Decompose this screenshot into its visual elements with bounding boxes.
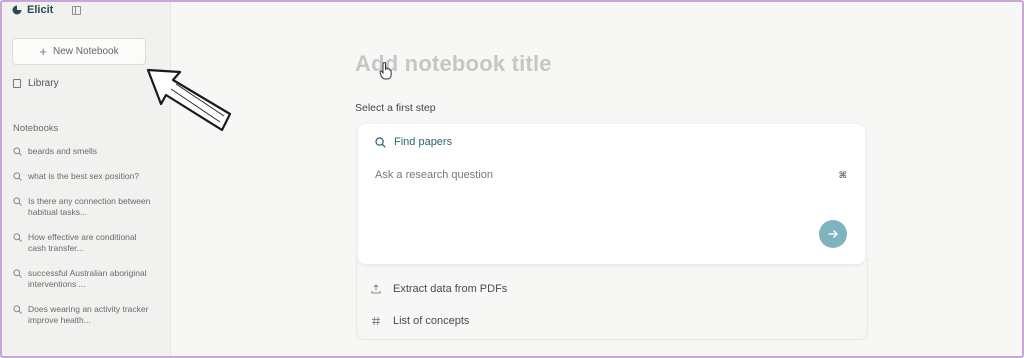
notebook-title: Is there any connection between habitual… xyxy=(28,196,151,217)
notebook-item[interactable]: what is the best sex position? xyxy=(13,171,163,182)
upload-icon xyxy=(371,284,381,294)
brand-name: Elicit xyxy=(27,4,54,16)
extract-data-label: Extract data from PDFs xyxy=(393,283,508,295)
list-concepts-label: List of concepts xyxy=(393,315,470,327)
search-icon xyxy=(13,305,22,314)
notebook-item[interactable]: Does wearing an activity tracker improve… xyxy=(13,304,163,326)
notebook-item[interactable]: successful Australian aboriginal interve… xyxy=(13,268,163,290)
book-icon xyxy=(13,79,21,88)
arrow-right-icon xyxy=(828,230,838,238)
extract-data-option[interactable]: Extract data from PDFs xyxy=(371,283,507,295)
brand[interactable]: Elicit xyxy=(12,4,53,16)
elicit-logo-icon xyxy=(12,5,22,15)
sidebar-item-library[interactable]: Library xyxy=(13,78,59,89)
notebook-item[interactable]: beards and smells xyxy=(13,146,163,157)
library-label: Library xyxy=(28,78,59,89)
notebook-list: beards and smells what is the best sex p… xyxy=(13,146,163,340)
plus-icon: + xyxy=(39,44,47,59)
notebooks-heading: Notebooks xyxy=(13,123,59,134)
step-label: Select a first step xyxy=(355,102,436,114)
hand-cursor-icon xyxy=(379,62,392,80)
submit-button[interactable] xyxy=(819,220,847,248)
notebook-item[interactable]: Is there any connection between habitual… xyxy=(13,196,163,218)
search-icon xyxy=(13,147,22,156)
sidebar: Elicit + New Notebook Library Notebooks … xyxy=(0,0,171,358)
search-icon xyxy=(375,136,386,148)
notebook-item[interactable]: How effective are conditional cash trans… xyxy=(13,232,163,254)
list-concepts-option[interactable]: List of concepts xyxy=(371,315,469,327)
find-papers-label: Find papers xyxy=(394,136,453,148)
research-question-input[interactable] xyxy=(375,169,815,181)
notebook-title: Does wearing an activity tracker improve… xyxy=(28,304,149,325)
search-icon xyxy=(13,172,22,181)
notebook-title: beards and smells xyxy=(28,146,97,156)
notebook-title: successful Australian aboriginal interve… xyxy=(28,268,147,289)
notebook-title: what is the best sex position? xyxy=(28,171,140,181)
options-panel xyxy=(356,258,868,340)
new-notebook-label: New Notebook xyxy=(53,46,119,57)
new-notebook-button[interactable]: + New Notebook xyxy=(12,38,146,65)
keyboard-shortcut-icon: ⌘ xyxy=(838,170,847,180)
sidebar-toggle-icon[interactable] xyxy=(72,6,81,15)
search-icon xyxy=(13,269,22,278)
notebook-title: How effective are conditional cash trans… xyxy=(28,232,137,253)
search-icon xyxy=(13,233,22,242)
search-icon xyxy=(13,197,22,206)
search-card: Find papers ⌘ xyxy=(358,124,865,264)
annotation-arrow-icon xyxy=(146,68,232,132)
find-papers-option[interactable]: Find papers xyxy=(375,136,452,148)
hash-icon xyxy=(372,316,380,326)
